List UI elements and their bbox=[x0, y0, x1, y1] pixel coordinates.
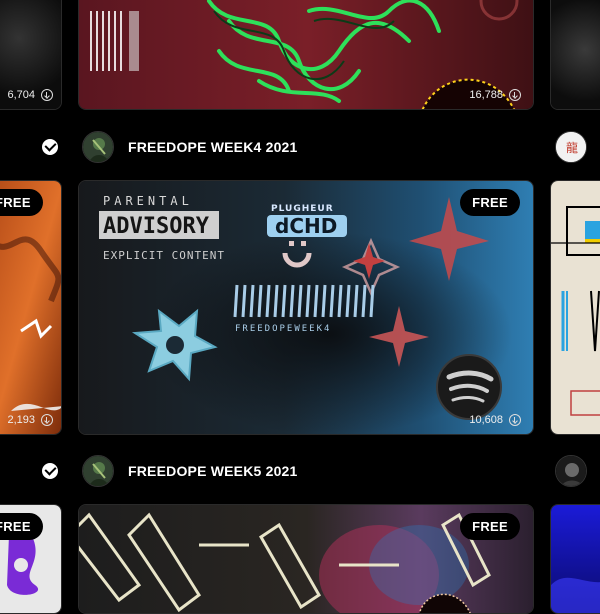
download-icon[interactable] bbox=[509, 89, 521, 101]
free-badge: FREE bbox=[0, 513, 43, 540]
card-art: PARENTAL ADVISORY EXPLICIT CONTENT PLUGH… bbox=[79, 181, 533, 434]
art-advisory: ADVISORY bbox=[103, 214, 210, 239]
spotify-icon bbox=[436, 354, 502, 420]
download-count: 10,608 bbox=[469, 414, 521, 426]
download-count-text: 6,704 bbox=[7, 89, 35, 101]
download-count-text: 16,788 bbox=[469, 89, 503, 101]
row-title[interactable]: FREEDOPE WEEK4 2021 bbox=[128, 139, 298, 155]
card-art bbox=[551, 0, 600, 109]
card-art bbox=[0, 181, 61, 434]
art-brand-big: dCHD bbox=[275, 214, 337, 238]
card-art bbox=[551, 505, 600, 613]
download-count-text: 2,193 bbox=[7, 414, 35, 426]
free-badge: FREE bbox=[460, 189, 520, 216]
card-main-top[interactable]: 16,788 bbox=[78, 0, 534, 110]
avatar[interactable] bbox=[555, 455, 587, 487]
avatar bbox=[82, 131, 114, 163]
row-header-week4[interactable]: FREEDOPE WEEK4 2021 bbox=[82, 127, 298, 167]
card-main-week5[interactable]: FREE bbox=[78, 504, 534, 614]
avatar[interactable]: 龍 bbox=[555, 131, 587, 163]
card-left-week4[interactable]: FREE 2,193 bbox=[0, 180, 62, 435]
art-explicit: EXPLICIT CONTENT bbox=[103, 249, 225, 262]
verified-icon bbox=[42, 463, 58, 479]
free-badge: FREE bbox=[460, 513, 520, 540]
card-right-week5[interactable] bbox=[550, 504, 600, 614]
row-title[interactable]: FREEDOPE WEEK5 2021 bbox=[128, 463, 298, 479]
svg-text:龍: 龍 bbox=[566, 140, 578, 155]
download-icon[interactable] bbox=[41, 89, 53, 101]
card-main-week4[interactable]: PARENTAL ADVISORY EXPLICIT CONTENT PLUGH… bbox=[78, 180, 534, 435]
card-left-top[interactable]: 6,704 bbox=[0, 0, 62, 110]
card-art bbox=[551, 181, 600, 434]
download-count: 2,193 bbox=[7, 414, 53, 426]
art-barcode-text: FREEDOPEWEEK4 bbox=[235, 324, 331, 334]
avatar bbox=[82, 455, 114, 487]
download-icon[interactable] bbox=[41, 414, 53, 426]
card-right-week4[interactable] bbox=[550, 180, 600, 435]
card-art bbox=[79, 0, 533, 109]
card-right-top[interactable] bbox=[550, 0, 600, 110]
free-badge: FREE bbox=[0, 189, 43, 216]
card-left-week5[interactable]: FREE bbox=[0, 504, 62, 614]
art-parental: PARENTAL bbox=[103, 194, 193, 208]
download-icon[interactable] bbox=[509, 414, 521, 426]
row-header-week5[interactable]: FREEDOPE WEEK5 2021 bbox=[82, 451, 298, 491]
art-brand: PLUGHEUR bbox=[271, 204, 334, 214]
download-count: 16,788 bbox=[469, 89, 521, 101]
download-count-text: 10,608 bbox=[469, 414, 503, 426]
download-count: 6,704 bbox=[7, 89, 53, 101]
verified-icon bbox=[42, 139, 58, 155]
